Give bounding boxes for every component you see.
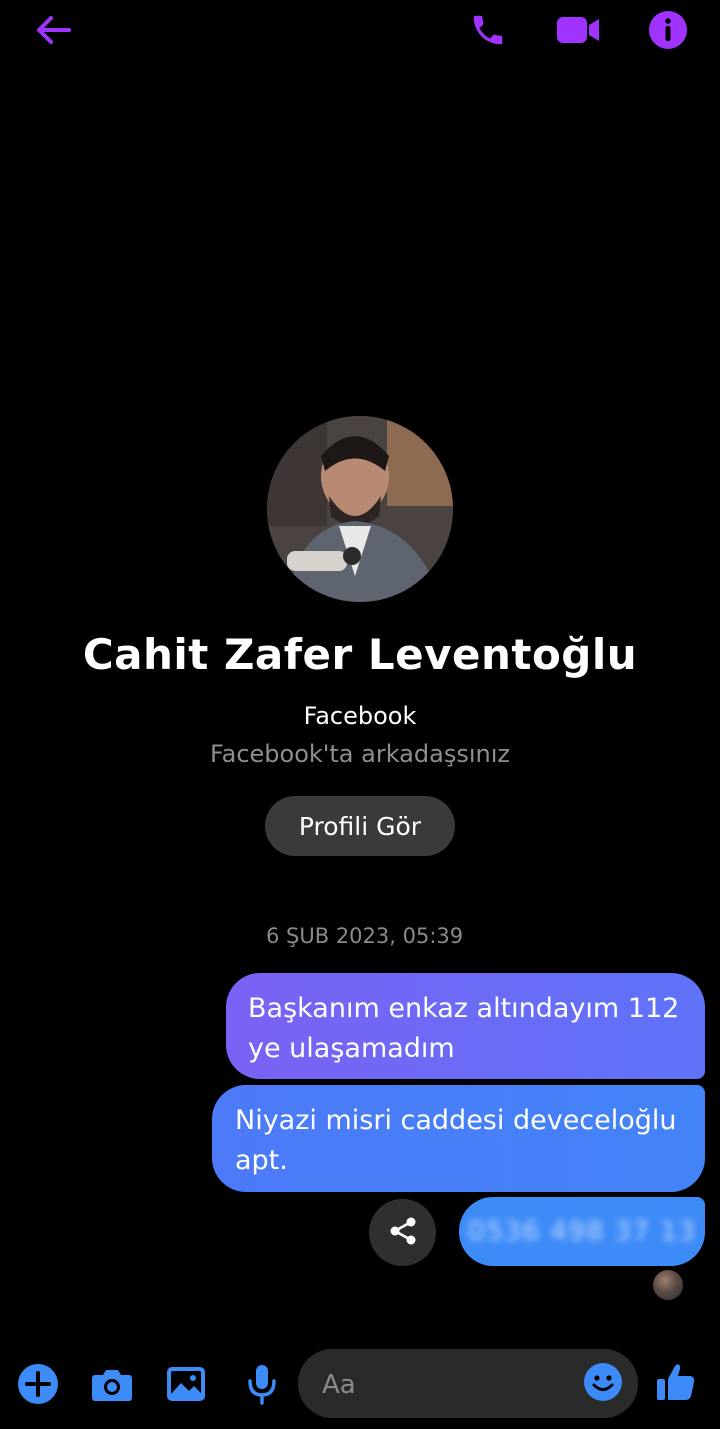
phone-number-message-bubble[interactable]: 0536 498 37 13 (459, 1197, 705, 1266)
view-profile-button[interactable]: Profili Gör (265, 796, 455, 856)
more-actions-button[interactable] (16, 1362, 60, 1406)
back-arrow-icon (35, 15, 71, 45)
message-text: Niyazi misri caddesi deveceloğlu apt. (235, 1105, 677, 1176)
voice-message-button[interactable] (240, 1360, 284, 1408)
message-input[interactable] (320, 1349, 564, 1420)
read-receipt-avatar (653, 1270, 683, 1300)
plus-circle-icon (17, 1363, 59, 1405)
phone-icon (469, 11, 507, 49)
message-bubble[interactable]: Başkanım enkaz altındayım 112 ye ulaşama… (226, 973, 705, 1079)
thumbs-up-icon (656, 1362, 696, 1402)
message-text: Başkanım enkaz altındayım 112 ye ulaşama… (248, 993, 680, 1064)
like-button[interactable] (654, 1360, 698, 1404)
camera-button[interactable] (90, 1362, 134, 1406)
profile-network: Facebook (303, 702, 417, 730)
camera-icon (91, 1366, 133, 1402)
emoji-button[interactable] (582, 1363, 624, 1405)
profile-avatar (267, 416, 453, 602)
back-button[interactable] (30, 12, 76, 48)
profile-name: Cahit Zafer Leventoğlu (82, 630, 638, 679)
image-icon (166, 1366, 206, 1402)
blurred-phone-number: 0536 498 37 13 (467, 1215, 697, 1247)
message-timestamp: 6 ŞUB 2023, 05:39 (266, 924, 464, 948)
microphone-icon (246, 1363, 278, 1405)
call-button[interactable] (466, 8, 510, 52)
emoji-icon (583, 1362, 623, 1406)
message-bubble[interactable]: Niyazi misri caddesi deveceloğlu apt. (212, 1085, 705, 1192)
share-button[interactable] (369, 1199, 436, 1266)
video-call-button[interactable] (554, 8, 602, 52)
friendship-status: Facebook'ta arkadaşsınız (210, 740, 510, 768)
info-icon (648, 10, 688, 50)
info-button[interactable] (646, 8, 690, 52)
share-icon (387, 1215, 419, 1251)
video-camera-icon (555, 14, 601, 46)
gallery-button[interactable] (164, 1362, 208, 1406)
message-composer (298, 1349, 638, 1420)
